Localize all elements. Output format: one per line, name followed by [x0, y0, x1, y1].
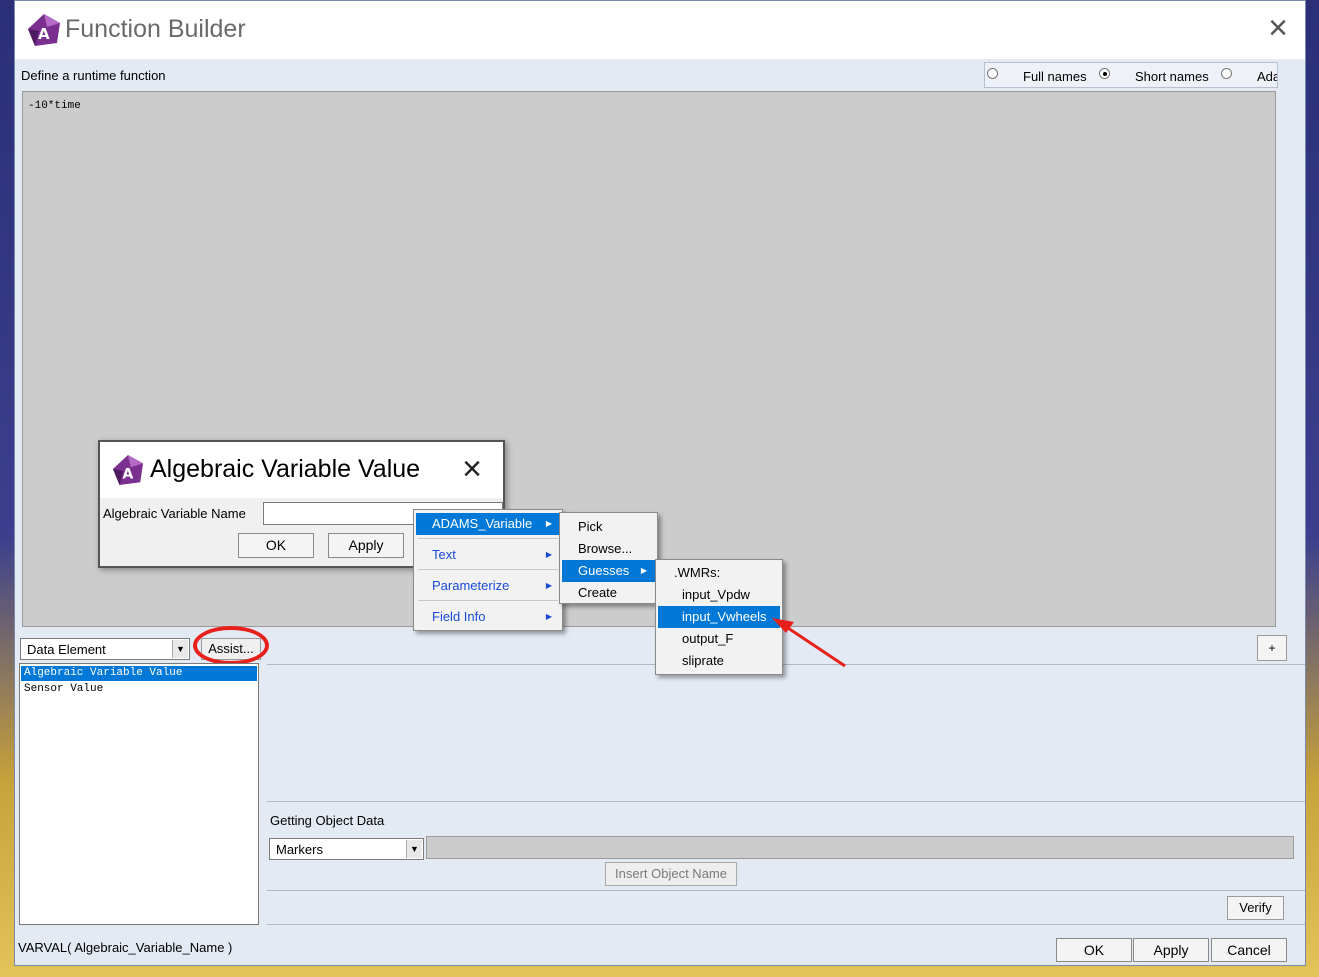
- object-type-value: Markers: [276, 842, 323, 857]
- full-names-radio[interactable]: [987, 68, 998, 79]
- cancel-button[interactable]: Cancel: [1211, 938, 1287, 962]
- dialog-apply-button[interactable]: Apply: [328, 533, 404, 558]
- red-circle-annotation: [193, 626, 269, 665]
- divider: [267, 890, 1305, 891]
- close-icon[interactable]: ×: [452, 450, 492, 490]
- svg-text:A: A: [38, 25, 50, 43]
- menu-item-label: Parameterize: [432, 578, 510, 593]
- menu-header: .WMRs:: [674, 565, 721, 580]
- window-title: Function Builder: [65, 15, 246, 43]
- title-bar: A Function Builder ×: [15, 1, 1305, 59]
- menu-item-browse[interactable]: Browse...: [562, 538, 655, 560]
- adams-app-icon: A: [28, 14, 60, 46]
- dialog-title-bar: A Algebraic Variable Value ×: [100, 442, 503, 498]
- short-names-label: Short names: [1135, 69, 1209, 84]
- menu-item-label: Field Info: [432, 609, 486, 624]
- chevron-right-icon: ▶: [640, 566, 647, 575]
- close-icon[interactable]: ×: [1260, 11, 1296, 47]
- function-expression: -10*time: [28, 100, 81, 112]
- menu-item-text[interactable]: Text ▶: [416, 544, 560, 566]
- chevron-right-icon: ▶: [545, 519, 552, 528]
- third-names-label: Ada: [1257, 69, 1278, 84]
- ok-button[interactable]: OK: [1056, 938, 1132, 962]
- verify-button[interactable]: Verify: [1227, 896, 1284, 920]
- function-list[interactable]: Algebraic Variable Value Sensor Value: [19, 663, 259, 925]
- dialog-ok-button[interactable]: OK: [238, 533, 314, 558]
- menu-item-label: Text: [432, 547, 456, 562]
- category-select[interactable]: Data Element ▼: [20, 638, 190, 660]
- third-names-radio[interactable]: [1221, 68, 1232, 79]
- menu-item-guesses[interactable]: Guesses ▶: [562, 560, 655, 582]
- dialog-title: Algebraic Variable Value: [150, 455, 421, 483]
- object-type-select[interactable]: Markers ▼: [269, 838, 424, 860]
- plus-button[interactable]: +: [1257, 635, 1287, 661]
- menu-item-create[interactable]: Create: [562, 582, 655, 604]
- variable-name-label: Algebraic Variable Name: [103, 506, 246, 521]
- chevron-down-icon[interactable]: ▼: [406, 840, 422, 858]
- red-arrow-annotation: [772, 618, 846, 668]
- full-names-label: Full names: [1023, 69, 1087, 84]
- menu-item-adams-variable[interactable]: ADAMS_Variable ▶: [416, 513, 560, 535]
- divider: [418, 600, 558, 601]
- divider: [267, 924, 1305, 925]
- divider: [418, 538, 558, 539]
- context-submenu: Pick Browse... Guesses ▶ Create: [559, 512, 658, 604]
- divider: [267, 801, 1305, 802]
- context-menu: ADAMS_Variable ▶ Text ▶ Parameterize ▶ Fiel…: [413, 509, 563, 631]
- name-display-options: Full names Short names Ada: [984, 62, 1278, 88]
- divider: [418, 569, 558, 570]
- menu-item-pick[interactable]: Pick: [562, 516, 655, 538]
- svg-text:A: A: [122, 466, 133, 482]
- category-select-value: Data Element: [27, 642, 106, 657]
- object-name-field[interactable]: [426, 836, 1294, 859]
- function-syntax-text: VARVAL( Algebraic_Variable_Name ): [18, 940, 233, 955]
- getting-object-data-label: Getting Object Data: [270, 813, 385, 828]
- menu-item-field-info[interactable]: Field Info ▶: [416, 606, 560, 628]
- chevron-right-icon: ▶: [545, 550, 552, 559]
- chevron-right-icon: ▶: [545, 581, 552, 590]
- list-item[interactable]: Algebraic Variable Value: [21, 666, 257, 681]
- adams-app-icon: A: [112, 454, 144, 486]
- insert-object-name-button[interactable]: Insert Object Name: [605, 862, 737, 886]
- define-function-label: Define a runtime function: [21, 68, 166, 83]
- chevron-right-icon: ▶: [545, 612, 552, 621]
- menu-item-label: ADAMS_Variable: [432, 516, 533, 531]
- menu-item-label: Guesses: [578, 563, 630, 578]
- menu-item-parameterize[interactable]: Parameterize ▶: [416, 575, 560, 597]
- list-item[interactable]: Sensor Value: [21, 682, 257, 697]
- apply-button[interactable]: Apply: [1133, 938, 1209, 962]
- short-names-radio[interactable]: [1099, 68, 1110, 79]
- chevron-down-icon[interactable]: ▼: [172, 640, 188, 658]
